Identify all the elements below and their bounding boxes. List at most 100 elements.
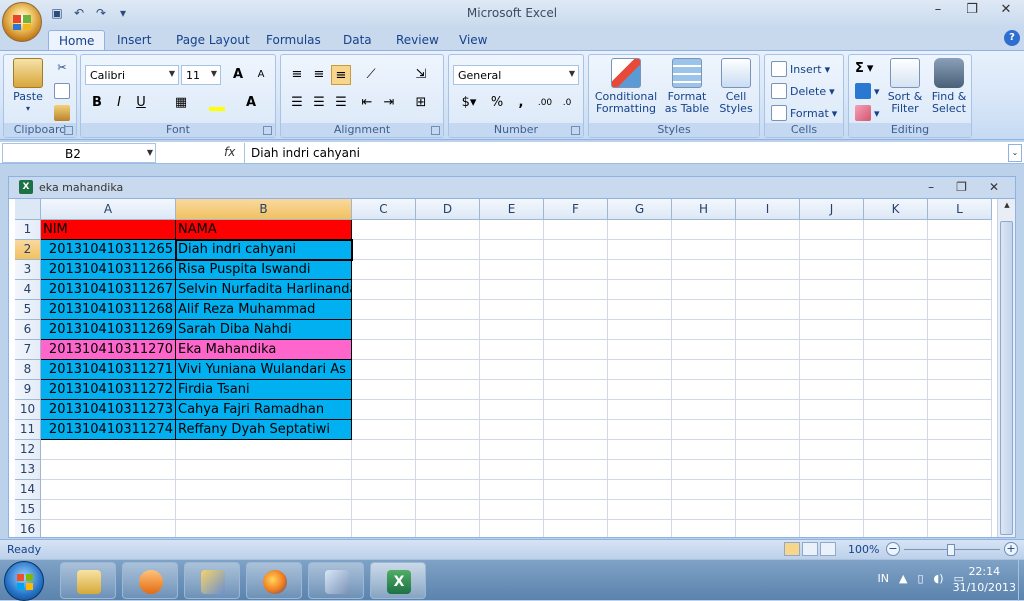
cell[interactable] [800, 260, 864, 280]
cell[interactable] [864, 500, 928, 520]
formula-input[interactable]: Diah indri cahyani [244, 143, 1006, 163]
font-color-icon[interactable]: A [241, 93, 261, 113]
cell[interactable] [416, 320, 480, 340]
cell[interactable] [800, 280, 864, 300]
delete-cells-button[interactable]: Delete ▾ [771, 83, 835, 99]
cut-button[interactable]: ✂ [54, 61, 70, 77]
row-header[interactable]: 8 [15, 360, 41, 380]
row-header[interactable]: 4 [15, 280, 41, 300]
cell[interactable] [352, 520, 416, 537]
cell[interactable] [608, 320, 672, 340]
cell[interactable] [352, 260, 416, 280]
row-header[interactable]: 10 [15, 400, 41, 420]
cell[interactable] [352, 440, 416, 460]
cell[interactable] [928, 380, 992, 400]
cell[interactable] [608, 280, 672, 300]
cell[interactable] [544, 220, 608, 240]
cell[interactable] [608, 420, 672, 440]
cell[interactable] [176, 500, 352, 520]
clock[interactable]: 22:14 31/10/2013 [953, 564, 1016, 596]
taskbar-media-player[interactable] [122, 562, 178, 599]
cell[interactable] [544, 460, 608, 480]
tab-formulas[interactable]: Formulas [256, 30, 331, 50]
cell[interactable] [416, 360, 480, 380]
cell[interactable] [736, 280, 800, 300]
align-left-icon[interactable]: ☰ [287, 93, 307, 113]
nim-cell[interactable]: 201310410311272 [41, 380, 176, 400]
cell[interactable] [864, 260, 928, 280]
cell[interactable] [800, 520, 864, 537]
nim-cell[interactable]: 201310410311270 [41, 340, 176, 360]
language-indicator[interactable]: IN [877, 572, 888, 585]
copy-button[interactable] [54, 83, 70, 99]
column-header[interactable]: I [736, 199, 800, 220]
cell[interactable] [41, 500, 176, 520]
fill-button[interactable]: ▾ [855, 83, 880, 99]
cell[interactable] [928, 400, 992, 420]
cell[interactable] [672, 360, 736, 380]
row-header[interactable]: 3 [15, 260, 41, 280]
italic-button[interactable]: I [109, 93, 129, 113]
cell[interactable] [416, 260, 480, 280]
cell[interactable] [544, 360, 608, 380]
cell[interactable] [864, 280, 928, 300]
nim-cell[interactable]: 201310410311273 [41, 400, 176, 420]
row-header[interactable]: 2 [15, 240, 41, 260]
font-name-select[interactable]: Calibri ▼ [85, 65, 179, 85]
header-cell-nim[interactable]: NIM [41, 220, 176, 240]
cell[interactable] [800, 400, 864, 420]
cell[interactable] [672, 400, 736, 420]
nim-cell[interactable]: 201310410311265 [41, 240, 176, 260]
row-header[interactable]: 5 [15, 300, 41, 320]
cell[interactable] [864, 460, 928, 480]
cell[interactable] [480, 360, 544, 380]
tab-review[interactable]: Review [386, 30, 449, 50]
cell[interactable] [416, 460, 480, 480]
cell[interactable] [352, 460, 416, 480]
cell[interactable] [864, 220, 928, 240]
cell[interactable] [736, 320, 800, 340]
grow-font-button[interactable]: A [228, 65, 248, 85]
cell[interactable] [928, 240, 992, 260]
taskbar-file-explorer[interactable] [60, 562, 116, 599]
cell[interactable] [864, 380, 928, 400]
volume-icon[interactable]: ◖) [934, 572, 944, 585]
cell[interactable] [544, 260, 608, 280]
cell[interactable] [672, 500, 736, 520]
row-header[interactable]: 6 [15, 320, 41, 340]
cell[interactable] [480, 340, 544, 360]
cell[interactable] [608, 340, 672, 360]
align-bottom-icon[interactable]: ≡ [331, 65, 351, 85]
column-header[interactable]: K [864, 199, 928, 220]
font-size-select[interactable]: 11 ▼ [181, 65, 221, 85]
cell[interactable] [736, 480, 800, 500]
cell[interactable] [416, 520, 480, 537]
cell[interactable] [608, 220, 672, 240]
normal-view-icon[interactable] [784, 542, 800, 556]
cell[interactable] [928, 520, 992, 537]
cell[interactable] [352, 500, 416, 520]
cell[interactable] [480, 420, 544, 440]
cell[interactable] [864, 420, 928, 440]
cell[interactable] [480, 280, 544, 300]
cell[interactable] [480, 260, 544, 280]
cell[interactable] [928, 460, 992, 480]
cell[interactable] [672, 460, 736, 480]
nama-cell[interactable]: Cahya Fajri Ramadhan [176, 400, 352, 420]
cell[interactable] [736, 360, 800, 380]
minimize-icon[interactable]: – [928, 180, 934, 194]
vertical-scrollbar[interactable]: ▲ [997, 199, 1015, 537]
nama-cell[interactable]: Vivi Yuniana Wulandari As [176, 360, 352, 380]
row-header[interactable]: 1 [15, 220, 41, 240]
column-header[interactable]: E [480, 199, 544, 220]
cell[interactable] [800, 440, 864, 460]
cell[interactable] [480, 460, 544, 480]
align-middle-icon[interactable]: ≡ [309, 65, 329, 85]
cell[interactable] [928, 500, 992, 520]
cell[interactable] [352, 320, 416, 340]
column-header[interactable]: G [608, 199, 672, 220]
page-break-view-icon[interactable] [820, 542, 836, 556]
insert-function-button[interactable]: fx [224, 145, 235, 159]
taskbar-firefox[interactable] [246, 562, 302, 599]
cell[interactable] [41, 460, 176, 480]
